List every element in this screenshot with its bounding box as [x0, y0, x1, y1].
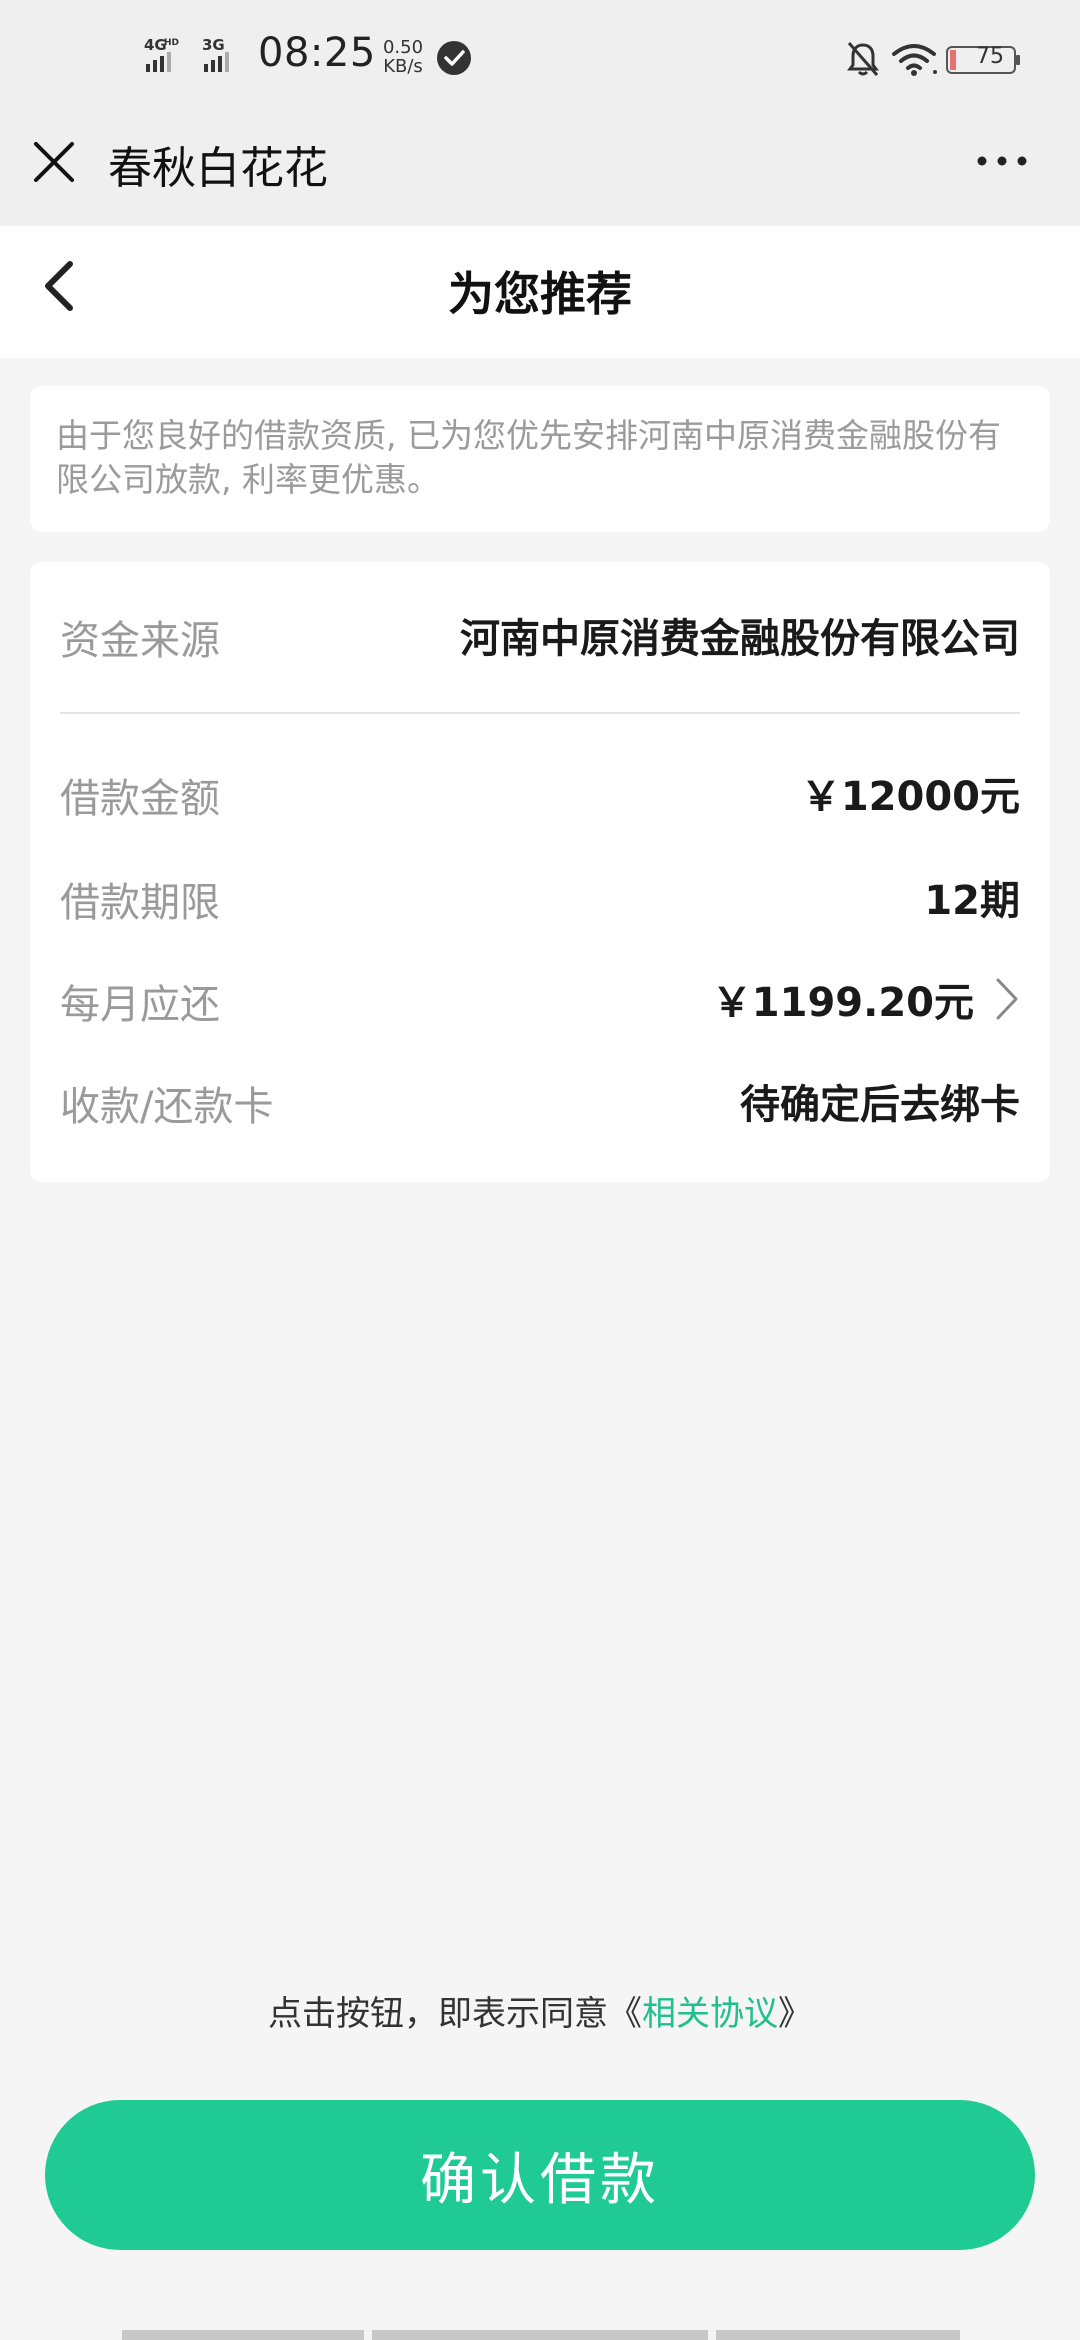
- network-speed: 0.50 KB/s: [378, 38, 428, 76]
- confirm-loan-button[interactable]: 确认借款: [45, 2100, 1035, 2250]
- app-title: 春秋白花花: [108, 143, 328, 194]
- network-speed-unit: KB/s: [383, 56, 423, 77]
- wifi-icon: [892, 44, 937, 76]
- agreement-text: 点击按钮，即表示同意《相关协议》: [0, 1986, 1080, 2035]
- svg-text:HD: HD: [164, 38, 179, 48]
- agreement-prefix: 点击按钮，即表示同意《: [268, 1994, 642, 2034]
- bank-card-value: 待确定后去绑卡: [740, 1082, 1020, 1128]
- bank-card-label: 收款/还款卡: [60, 1084, 274, 1130]
- agreement-link[interactable]: 相关协议: [642, 1994, 778, 2034]
- signal-icon: 4G HD 3G: [144, 36, 229, 72]
- loan-amount-value: ￥12000元: [800, 774, 1020, 820]
- fund-source-value: 河南中原消费金融股份有限公司: [460, 616, 1020, 662]
- bottom-peek-bar: [716, 2330, 960, 2340]
- loan-amount-label: 借款金额: [60, 776, 220, 822]
- monthly-payment-value[interactable]: ￥1199.20元: [712, 970, 974, 1028]
- monthly-payment-label[interactable]: 每月应还: [60, 972, 220, 1030]
- loan-term-label: 借款期限: [60, 880, 220, 926]
- bottom-peek-bar: [122, 2330, 364, 2340]
- page-title: 为您推荐: [448, 267, 632, 321]
- bell-muted-icon: [847, 42, 879, 76]
- divider: [60, 712, 1020, 714]
- notice-text: 由于您良好的借款资质, 已为您优先安排河南中原消费金融股份有限公司放款, 利率更…: [56, 416, 1001, 499]
- fund-source-label: 资金来源: [60, 618, 220, 664]
- svg-text:3G: 3G: [202, 36, 225, 54]
- check-circle-icon: [437, 41, 471, 75]
- network-speed-value: 0.50: [382, 37, 424, 58]
- bottom-peek-bar: [372, 2330, 708, 2340]
- battery-level: 75: [976, 44, 1004, 69]
- agreement-suffix: 》: [778, 1994, 812, 2034]
- status-time: 08:25: [258, 30, 376, 76]
- loan-term-value: 12期: [924, 878, 1020, 924]
- close-icon[interactable]: [30, 138, 78, 186]
- more-icon[interactable]: [972, 146, 1032, 176]
- chevron-right-icon[interactable]: [994, 976, 1020, 1022]
